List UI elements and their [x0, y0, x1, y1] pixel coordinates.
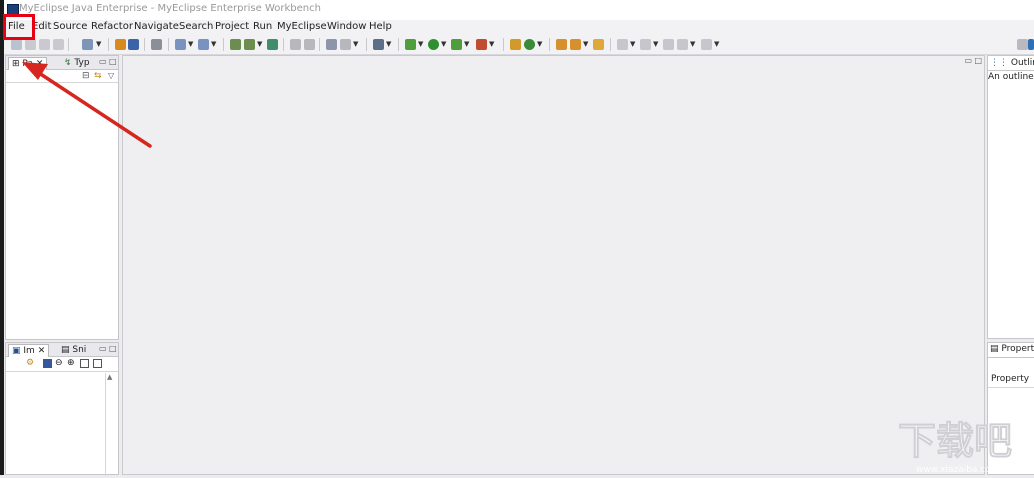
open-perspective-icon[interactable] [1017, 39, 1028, 50]
image-viewer-panel: ▣ Im ✕ ▤ Sni ▭ □ ⚙ ⊖ ⊕ ▲ [5, 342, 119, 476]
refresh-icon[interactable] [524, 39, 535, 50]
chevron-down-icon[interactable]: ▼ [653, 40, 658, 48]
menu-help[interactable]: Help [369, 21, 392, 32]
chevron-down-icon[interactable]: ▼ [583, 40, 588, 48]
minimize-icon[interactable]: ▭ [964, 56, 972, 65]
image-viewer-tabstrip: ▣ Im ✕ ▤ Sni ▭ □ [6, 343, 118, 357]
table-header-divider [988, 387, 1034, 388]
tab-snippets-label: Sni [72, 345, 87, 355]
tab-image-viewer[interactable]: ▣ Im ✕ [8, 344, 50, 357]
toolbar-separator [398, 38, 399, 51]
outline-message: An outline i [988, 72, 1034, 82]
chevron-down-icon[interactable]: ▼ [630, 40, 635, 48]
chevron-down-icon[interactable]: ▼ [537, 40, 542, 48]
debug-icon[interactable] [405, 39, 416, 50]
scrollbar-track[interactable] [105, 373, 106, 476]
annotation-arrow [22, 62, 152, 148]
toolbar-separator [610, 38, 611, 51]
maximize-icon[interactable]: □ [974, 56, 982, 65]
panel-divider [6, 371, 118, 372]
edit-icon[interactable] [570, 39, 581, 50]
toolbar-separator [503, 38, 504, 51]
java-project-icon[interactable] [230, 39, 241, 50]
myeclipse-perspective-icon[interactable] [1028, 39, 1034, 50]
svg-text:下载吧: 下载吧 [898, 419, 1012, 463]
outline-icon: ⋮⋮ [990, 58, 1008, 68]
tab-properties-label: Properti [1001, 344, 1034, 354]
property-column-header: Property [991, 374, 1030, 384]
editor-area[interactable]: ▭ □ [122, 55, 985, 475]
menu-myeclipse[interactable]: MyEclipse [277, 21, 327, 32]
pin-icon[interactable]: ⚙ [26, 358, 34, 368]
menu-run[interactable]: Run [253, 21, 272, 32]
search-icon[interactable] [290, 39, 301, 50]
open-console-icon[interactable] [304, 39, 315, 50]
open-folder-icon[interactable] [556, 39, 567, 50]
chevron-down-icon[interactable]: ▼ [690, 40, 695, 48]
stop-icon[interactable] [476, 39, 487, 50]
tab-properties[interactable]: ▤ Properti [990, 344, 1034, 354]
actual-size-icon[interactable] [93, 359, 102, 368]
class-icon[interactable] [267, 39, 278, 50]
minimize-icon[interactable]: ▭ [99, 344, 107, 353]
toolbar-separator [223, 38, 224, 51]
watermark-logo: 下载吧 www.xiazaiba.com [898, 419, 1013, 475]
tab-image-viewer-label: Im [23, 346, 35, 356]
external-tools-icon[interactable] [373, 39, 384, 50]
chevron-down-icon[interactable]: ▼ [211, 40, 216, 48]
panel-divider [988, 357, 1034, 358]
chevron-down-icon[interactable]: ▼ [418, 40, 423, 48]
run-config-icon[interactable] [451, 39, 462, 50]
maximize-icon[interactable]: □ [109, 344, 117, 353]
close-icon[interactable]: ✕ [38, 346, 46, 356]
back-icon[interactable] [663, 39, 674, 50]
chevron-down-icon[interactable]: ▼ [489, 40, 494, 48]
chevron-down-icon[interactable]: ▼ [464, 40, 469, 48]
toolbar-separator [549, 38, 550, 51]
toolbar-separator [319, 38, 320, 51]
chevron-down-icon[interactable]: ▼ [714, 40, 719, 48]
chevron-down-icon[interactable]: ▼ [353, 40, 358, 48]
chevron-down-icon[interactable]: ▼ [441, 40, 446, 48]
package-icon[interactable] [244, 39, 255, 50]
panel-divider [988, 70, 1034, 71]
open-file-icon[interactable] [593, 39, 604, 50]
last-edit-icon[interactable] [701, 39, 712, 50]
zoom-out-icon[interactable]: ⊖ [55, 358, 63, 368]
zoom-in-icon[interactable]: ⊕ [67, 358, 75, 368]
toolbar-separator [283, 38, 284, 51]
tab-snippets[interactable]: ▤ Sni [58, 344, 89, 356]
forward-icon[interactable] [677, 39, 688, 50]
save-image-icon[interactable] [43, 359, 52, 368]
image-viewer-icon: ▣ [12, 346, 21, 356]
menu-window[interactable]: Window [327, 21, 366, 32]
snippets-icon: ▤ [61, 345, 70, 355]
watermark: 下载吧 www.xiazaiba.com [888, 412, 1034, 475]
web-icon[interactable] [510, 39, 521, 50]
outline-panel: ⋮⋮ Outline An outline i [987, 55, 1034, 339]
menu-project[interactable]: Project [215, 21, 249, 32]
fit-icon[interactable] [80, 359, 89, 368]
toolbar-separator [366, 38, 367, 51]
run-icon[interactable] [428, 39, 439, 50]
annotation-prev-icon[interactable] [640, 39, 651, 50]
chevron-down-icon[interactable]: ▼ [386, 40, 391, 48]
chevron-down-icon[interactable]: ▼ [257, 40, 262, 48]
annotation-icon[interactable] [617, 39, 628, 50]
scroll-up-icon[interactable]: ▲ [107, 373, 112, 381]
properties-icon: ▤ [990, 344, 999, 354]
tab-outline[interactable]: ⋮⋮ Outline [990, 58, 1034, 68]
svg-text:www.xiazaiba.com: www.xiazaiba.com [916, 465, 1000, 475]
perspective-icon[interactable] [326, 39, 337, 50]
tab-outline-label: Outline [1010, 58, 1034, 68]
task-icon[interactable] [340, 39, 351, 50]
